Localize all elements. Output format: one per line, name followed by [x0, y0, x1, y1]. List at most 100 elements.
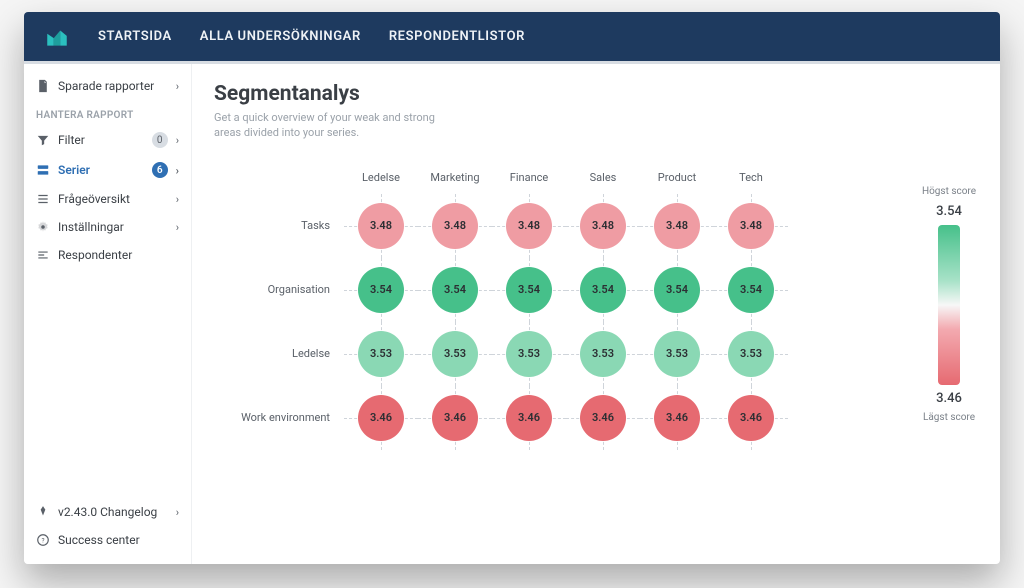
sidebar-success-center[interactable]: ? Success center	[24, 526, 191, 554]
score-bubble[interactable]: 3.54	[358, 267, 404, 313]
sidebar-item-label: Filter	[58, 133, 144, 147]
sidebar-item-label: Success center	[58, 533, 179, 547]
legend-bottom-label: Lägst score	[923, 412, 975, 424]
score-bubble[interactable]: 3.48	[654, 203, 700, 249]
chevron-right-icon: ›	[176, 164, 179, 177]
score-bubble[interactable]: 3.53	[358, 331, 404, 377]
rocket-icon	[36, 505, 50, 519]
matrix-cell: 3.53	[714, 322, 788, 386]
sidebar-changelog[interactable]: v2.43.0 Changelog ›	[24, 498, 191, 526]
matrix-cell: 3.53	[566, 322, 640, 386]
score-bubble[interactable]: 3.46	[506, 395, 552, 441]
score-bubble[interactable]: 3.46	[358, 395, 404, 441]
chevron-right-icon: ›	[176, 221, 179, 234]
score-bubble[interactable]: 3.54	[432, 267, 478, 313]
app-logo[interactable]	[44, 24, 70, 50]
matrix-cell: 3.54	[640, 258, 714, 322]
matrix-cell: 3.46	[714, 386, 788, 450]
sidebar-filter[interactable]: Filter 0 ›	[24, 125, 191, 155]
matrix-cell: 3.54	[418, 258, 492, 322]
chevron-right-icon: ›	[176, 193, 179, 206]
matrix-row-label: Tasks	[214, 194, 344, 258]
nav-respondentlistor[interactable]: RESPONDENTLISTOR	[389, 29, 525, 44]
matrix-cell: 3.54	[492, 258, 566, 322]
score-bubble[interactable]: 3.46	[432, 395, 478, 441]
score-bubble[interactable]: 3.54	[506, 267, 552, 313]
sidebar-item-label: Sparade rapporter	[58, 79, 168, 93]
score-bubble[interactable]: 3.53	[580, 331, 626, 377]
matrix-row-label: Ledelse	[214, 322, 344, 386]
topbar: STARTSIDA ALLA UNDERSÖKNINGAR RESPONDENT…	[24, 12, 1000, 64]
filter-count-badge: 0	[152, 132, 168, 148]
series-icon	[36, 163, 50, 177]
score-bubble[interactable]: 3.54	[728, 267, 774, 313]
sidebar-settings[interactable]: Inställningar ›	[24, 213, 191, 241]
matrix-cell: 3.48	[714, 194, 788, 258]
score-bubble[interactable]: 3.48	[580, 203, 626, 249]
matrix-row-label: Organisation	[214, 258, 344, 322]
matrix-cell: 3.48	[418, 194, 492, 258]
score-bubble[interactable]: 3.46	[580, 395, 626, 441]
score-bubble[interactable]: 3.48	[358, 203, 404, 249]
matrix-column-header: Sales	[566, 171, 640, 194]
score-bubble[interactable]: 3.48	[506, 203, 552, 249]
legend-top-label: Högst score	[922, 186, 976, 198]
nav-startsida[interactable]: STARTSIDA	[98, 29, 172, 44]
sidebar-item-label: Respondenter	[58, 248, 179, 262]
score-bubble[interactable]: 3.48	[432, 203, 478, 249]
matrix-column-header: Ledelse	[344, 171, 418, 194]
list-icon	[36, 192, 50, 206]
score-bubble[interactable]: 3.46	[654, 395, 700, 441]
score-bubble[interactable]: 3.53	[654, 331, 700, 377]
nav-alla-undersokningar[interactable]: ALLA UNDERSÖKNINGAR	[200, 29, 361, 44]
matrix-cell: 3.53	[492, 322, 566, 386]
sidebar-item-label: Inställningar	[58, 220, 168, 234]
matrix-cell: 3.46	[566, 386, 640, 450]
sidebar-item-label: Frågeöversikt	[58, 192, 168, 206]
filter-icon	[36, 133, 50, 147]
matrix-cell: 3.48	[492, 194, 566, 258]
matrix-column-header: Finance	[492, 171, 566, 194]
matrix-cell: 3.53	[640, 322, 714, 386]
document-icon	[36, 79, 50, 93]
score-bubble[interactable]: 3.54	[580, 267, 626, 313]
score-bubble[interactable]: 3.53	[432, 331, 478, 377]
main-content: Segmentanalys Get a quick overview of yo…	[192, 64, 1000, 564]
score-bubble[interactable]: 3.48	[728, 203, 774, 249]
score-bubble[interactable]: 3.46	[728, 395, 774, 441]
matrix-cell: 3.53	[344, 322, 418, 386]
matrix-column-header: Product	[640, 171, 714, 194]
sidebar-respondents[interactable]: Respondenter	[24, 241, 191, 269]
matrix-cell: 3.46	[418, 386, 492, 450]
matrix-cell: 3.54	[714, 258, 788, 322]
svg-text:?: ?	[41, 536, 44, 544]
matrix-cell: 3.46	[492, 386, 566, 450]
score-bubble[interactable]: 3.53	[506, 331, 552, 377]
page-title: Segmentanalys	[214, 82, 902, 106]
matrix-cell: 3.48	[640, 194, 714, 258]
matrix-cell: 3.54	[344, 258, 418, 322]
score-bubble[interactable]: 3.54	[654, 267, 700, 313]
sidebar: Sparade rapporter › HANTERA RAPPORT Filt…	[24, 64, 192, 564]
matrix-row-label: Work environment	[214, 386, 344, 450]
matrix-cell: 3.53	[418, 322, 492, 386]
sidebar-section-header: HANTERA RAPPORT	[24, 100, 191, 125]
matrix-cell: 3.46	[344, 386, 418, 450]
sidebar-saved-reports[interactable]: Sparade rapporter ›	[24, 72, 191, 100]
chevron-right-icon: ›	[176, 506, 179, 519]
sidebar-overview[interactable]: Frågeöversikt ›	[24, 185, 191, 213]
chevron-right-icon: ›	[176, 80, 179, 93]
sidebar-item-label: v2.43.0 Changelog	[58, 505, 168, 519]
series-count-badge: 6	[152, 162, 168, 178]
color-scale-legend: Högst score 3.54 3.46 Lägst score	[920, 82, 978, 548]
matrix-cell: 3.48	[344, 194, 418, 258]
sidebar-series[interactable]: Serier 6 ›	[24, 155, 191, 185]
gear-icon	[36, 220, 50, 234]
score-bubble[interactable]: 3.53	[728, 331, 774, 377]
users-icon	[36, 248, 50, 262]
legend-gradient-bar	[938, 225, 960, 385]
matrix-cell: 3.48	[566, 194, 640, 258]
page-subtitle: Get a quick overview of your weak and st…	[214, 110, 464, 141]
legend-top-value: 3.54	[936, 204, 962, 219]
matrix-cell: 3.54	[566, 258, 640, 322]
